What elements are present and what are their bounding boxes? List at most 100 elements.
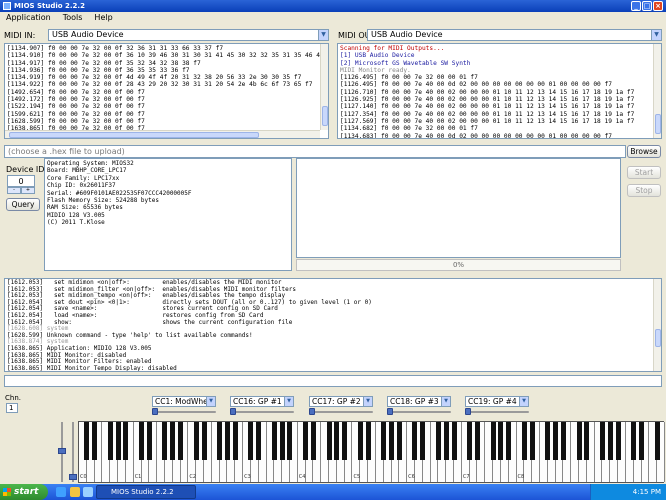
cc1-select[interactable]: CC1: ModWheel ▼ (152, 396, 216, 407)
piano-black-key[interactable] (279, 422, 285, 460)
piano-black-key[interactable] (170, 422, 176, 460)
piano-black-key[interactable] (529, 422, 535, 460)
clock[interactable]: 4:15 PM (633, 488, 661, 496)
slider-knob[interactable] (69, 474, 77, 480)
piano-black-key[interactable] (334, 422, 340, 460)
piano-black-key[interactable] (498, 422, 504, 460)
piano-black-key[interactable] (389, 422, 395, 460)
spin-up-icon[interactable]: + (21, 187, 35, 194)
cc16-select[interactable]: CC16: GP #1 ▼ (230, 396, 294, 407)
piano-black-key[interactable] (123, 422, 129, 460)
midi-out-select[interactable]: USB Audio Device ▼ (367, 29, 662, 41)
piano-black-key[interactable] (443, 422, 449, 460)
menu-help[interactable]: Help (88, 12, 118, 24)
slider-knob[interactable] (309, 408, 315, 415)
browse-button[interactable]: Browse (627, 145, 661, 158)
stop-button[interactable]: Stop (627, 184, 661, 197)
piano-black-key[interactable] (396, 422, 402, 460)
cc16-slider[interactable] (230, 408, 294, 415)
hex-file-input[interactable]: (choose a .hex file to upload) (4, 145, 626, 158)
slider-knob[interactable] (465, 408, 471, 415)
piano-black-key[interactable] (232, 422, 238, 460)
piano-black-key[interactable] (435, 422, 441, 460)
ie-icon[interactable] (56, 487, 66, 497)
piano-black-key[interactable] (584, 422, 590, 460)
minimize-button[interactable]: _ (631, 1, 641, 11)
piano-black-key[interactable] (365, 422, 371, 460)
piano-black-key[interactable] (467, 422, 473, 460)
cc18-select[interactable]: CC18: GP #3 ▼ (387, 396, 451, 407)
channel-field[interactable]: 1 (6, 403, 18, 413)
piano-black-key[interactable] (256, 422, 262, 460)
piano-black-key[interactable] (92, 422, 98, 460)
piano-black-key[interactable] (287, 422, 293, 460)
piano-black-key[interactable] (560, 422, 566, 460)
piano-black-key[interactable] (107, 422, 113, 460)
desktop-icon[interactable] (83, 487, 93, 497)
window-title-bar[interactable]: MIOS Studio 2.2.2 _ □ × (0, 0, 666, 12)
piano-black-key[interactable] (224, 422, 230, 460)
piano-black-key[interactable] (357, 422, 363, 460)
cc1-slider[interactable] (152, 408, 216, 415)
start-button-taskbar[interactable]: start (0, 484, 48, 500)
piano-black-key[interactable] (654, 422, 660, 460)
piano-black-key[interactable] (412, 422, 418, 460)
piano-black-key[interactable] (303, 422, 309, 460)
start-button[interactable]: Start (627, 166, 661, 179)
menu-tools[interactable]: Tools (57, 12, 89, 24)
piano-black-key[interactable] (521, 422, 527, 460)
piano-black-key[interactable] (217, 422, 223, 460)
device-id-spinner[interactable]: - + (7, 187, 35, 194)
midi-out-vscrollbar[interactable] (653, 44, 661, 138)
folder-icon[interactable] (70, 487, 80, 497)
terminal-vscrollbar[interactable] (653, 279, 661, 371)
terminal-command-input[interactable] (4, 375, 662, 387)
slider-knob[interactable] (387, 408, 393, 415)
terminal-output[interactable]: [1612.053] set midimon <on|off>: enables… (4, 278, 662, 372)
query-button[interactable]: Query (6, 198, 40, 211)
piano-black-key[interactable] (115, 422, 121, 460)
device-id-field[interactable]: 0 (7, 175, 35, 187)
cc17-slider[interactable] (309, 408, 373, 415)
piano-black-key[interactable] (310, 422, 316, 460)
piano-black-key[interactable] (545, 422, 551, 460)
slider-knob[interactable] (230, 408, 236, 415)
piano-black-key[interactable] (139, 422, 144, 460)
piano-black-key[interactable] (178, 422, 184, 460)
piano-black-key[interactable] (381, 422, 387, 460)
piano-black-key[interactable] (599, 422, 605, 460)
piano-black-key[interactable] (146, 422, 152, 460)
piano-black-key[interactable] (451, 422, 457, 460)
midi-in-log[interactable]: [1134.907] f0 00 00 7e 32 00 0f 32 36 31… (4, 43, 329, 139)
piano-black-key[interactable] (506, 422, 512, 460)
piano-black-key[interactable] (248, 422, 254, 460)
piano-black-key[interactable] (193, 422, 199, 460)
cc17-select[interactable]: CC17: GP #2 ▼ (309, 396, 373, 407)
close-button[interactable]: × (653, 1, 663, 11)
pitch-wheel-slider[interactable] (58, 422, 66, 482)
taskbar-item-mios-studio[interactable]: MIOS Studio 2.2.2 (96, 485, 196, 499)
spin-down-icon[interactable]: - (7, 187, 21, 194)
piano-black-key[interactable] (631, 422, 637, 460)
piano-black-key[interactable] (162, 422, 168, 460)
piano-black-key[interactable] (342, 422, 348, 460)
piano-black-key[interactable] (201, 422, 207, 460)
maximize-button[interactable]: □ (642, 1, 652, 11)
piano-black-key[interactable] (553, 422, 559, 460)
piano-black-key[interactable] (576, 422, 582, 460)
midi-in-select[interactable]: USB Audio Device ▼ (48, 29, 329, 41)
midi-in-hscrollbar[interactable] (5, 130, 320, 138)
cc19-select[interactable]: CC19: GP #4 ▼ (465, 396, 529, 407)
piano-black-key[interactable] (420, 422, 426, 460)
piano-black-key[interactable] (490, 422, 496, 460)
piano-black-key[interactable] (271, 422, 277, 460)
menu-application[interactable]: Application (0, 12, 57, 24)
slider-knob[interactable] (58, 448, 66, 454)
piano-black-key[interactable] (615, 422, 621, 460)
piano-black-key[interactable] (607, 422, 613, 460)
mod-wheel-slider[interactable] (69, 422, 77, 482)
piano-black-key[interactable] (639, 422, 645, 460)
midi-out-log[interactable]: Scanning for MIDI Outputs... [1] USB Audi… (337, 43, 662, 139)
piano-black-key[interactable] (474, 422, 480, 460)
cc18-slider[interactable] (387, 408, 451, 415)
